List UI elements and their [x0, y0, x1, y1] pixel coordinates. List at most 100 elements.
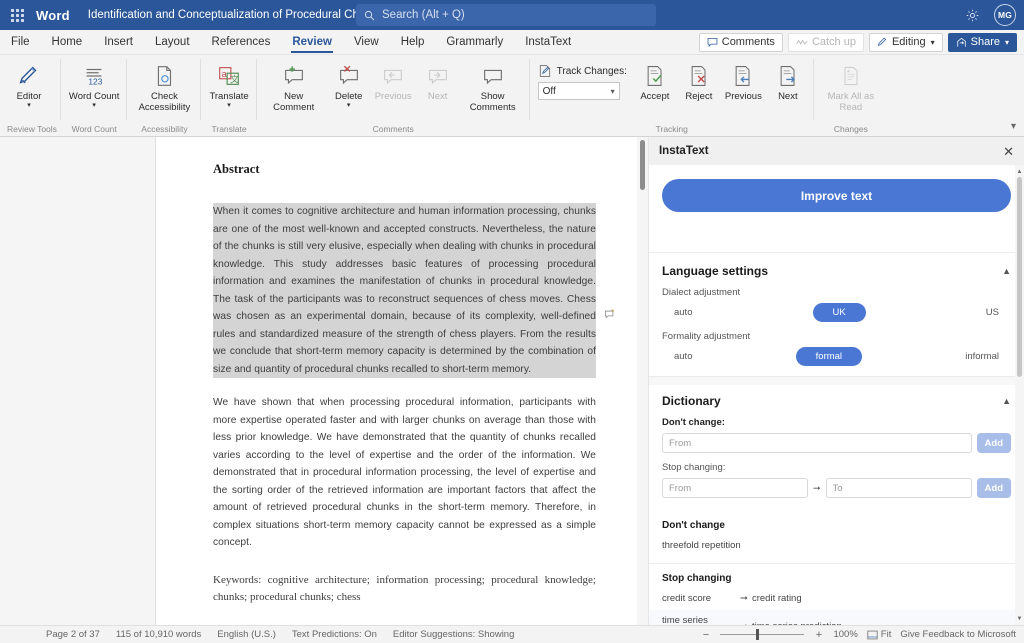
dont-change-add-button[interactable]: Add	[977, 433, 1011, 453]
panel-scrollbar-thumb[interactable]	[1017, 177, 1022, 377]
avatar[interactable]: MG	[994, 4, 1016, 26]
ribbon-group-comments: New Comment Delete▾ Previous	[257, 55, 530, 136]
track-changes-row[interactable]: Track Changes:	[538, 64, 627, 78]
editor-button[interactable]: Editor▾	[7, 59, 51, 110]
give-feedback-button[interactable]: Give Feedback to Microsoft	[900, 629, 1016, 640]
zoom-slider[interactable]	[720, 634, 804, 635]
document-scrollbar-thumb[interactable]	[640, 140, 645, 190]
comment-anchor-icon[interactable]	[604, 307, 615, 325]
tab-help[interactable]: Help	[390, 30, 436, 54]
comments-button[interactable]: Comments	[699, 33, 783, 52]
tab-instatext[interactable]: InstaText	[514, 30, 582, 54]
panel-scrollbar[interactable]: ▲ ▼	[1015, 165, 1024, 625]
fit-to-width-button[interactable]: Fit	[867, 629, 892, 640]
new-comment-button[interactable]: New Comment	[261, 59, 327, 113]
arrow-right-icon: ➞	[736, 621, 752, 625]
translate-icon: a文	[216, 61, 242, 91]
delete-comment-button[interactable]: Delete▾	[327, 59, 371, 110]
app-launcher-button[interactable]	[0, 0, 34, 30]
catch-up-label: Catch up	[812, 36, 856, 48]
zoom-level-label[interactable]: 100%	[833, 629, 857, 640]
status-page-number[interactable]: Page 2 of 37	[46, 629, 100, 640]
zoom-out-button[interactable]: −	[700, 629, 711, 641]
reject-button[interactable]: Reject	[677, 59, 721, 102]
panel-gap	[649, 377, 1024, 385]
editing-mode-button[interactable]: Editing ▾	[869, 33, 943, 52]
list-item[interactable]: threefold repetition	[649, 535, 1024, 557]
svg-text:文: 文	[230, 74, 239, 85]
keywords-paragraph[interactable]: Keywords: cognitive architecture; inform…	[213, 572, 596, 607]
chevron-up-icon[interactable]: ▲	[1002, 396, 1011, 406]
document-canvas[interactable]: Abstract When it comes to cognitive arch…	[0, 137, 648, 625]
summary-paragraph[interactable]: We have shown that when processing proce…	[213, 394, 596, 552]
tab-view[interactable]: View	[343, 30, 390, 54]
catch-up-icon	[796, 38, 808, 47]
editing-mode-label: Editing	[892, 36, 926, 48]
status-word-count[interactable]: 115 of 10,910 words	[116, 629, 201, 640]
improve-text-button[interactable]: Improve text	[662, 179, 1011, 212]
formality-option-auto[interactable]: auto	[668, 347, 699, 366]
formality-option-formal[interactable]: formal	[796, 347, 862, 366]
catch-up-button[interactable]: Catch up	[788, 33, 864, 52]
chevron-up-icon[interactable]: ▲	[1002, 266, 1011, 276]
show-comments-button[interactable]: Show Comments	[460, 59, 526, 113]
scroll-up-arrow-icon[interactable]: ▲	[1015, 167, 1024, 176]
track-changes-dropdown[interactable]: Off ▾	[538, 82, 620, 100]
status-language[interactable]: English (U.S.)	[217, 629, 276, 640]
list-item[interactable]: time series forecasting ➞ time series pr…	[649, 610, 1024, 625]
word-count-button[interactable]: 123 Word Count▾	[65, 59, 124, 110]
dialect-option-uk[interactable]: UK	[813, 303, 866, 322]
previous-change-button[interactable]: Previous	[721, 59, 766, 102]
title-bar: Word Identification and Conceptualizatio…	[0, 0, 1024, 30]
search-box[interactable]	[356, 4, 656, 26]
scroll-down-arrow-icon[interactable]: ▼	[1015, 614, 1024, 623]
search-input[interactable]	[382, 9, 648, 21]
check-accessibility-button[interactable]: Check Accessibility	[131, 59, 197, 113]
tab-references[interactable]: References	[201, 30, 282, 54]
word-app-window: Word Identification and Conceptualizatio…	[0, 0, 1024, 643]
document-page[interactable]: Abstract When it comes to cognitive arch…	[155, 137, 648, 625]
translate-button[interactable]: a文 Translate▾	[205, 59, 252, 110]
tab-insert[interactable]: Insert	[93, 30, 144, 54]
next-comment-button[interactable]: Next	[416, 59, 460, 102]
dont-change-input[interactable]	[662, 433, 972, 453]
settings-button[interactable]	[962, 5, 982, 25]
ribbon-group-label: Review Tools	[7, 123, 57, 136]
tab-home[interactable]: Home	[41, 30, 94, 54]
stop-changing-add-button[interactable]: Add	[977, 478, 1011, 498]
dictionary-card: Dictionary ▲ Don't change: Add Stop chan…	[649, 385, 1024, 511]
stop-changing-from-input[interactable]	[662, 478, 808, 498]
document-scrollbar[interactable]	[637, 137, 648, 625]
dialect-option-auto[interactable]: auto	[668, 303, 699, 322]
status-bar-right: − + 100% Fit Give Feedback to Microsoft	[700, 629, 1016, 641]
list-item[interactable]: credit score ➞ credit rating	[649, 588, 1024, 610]
collapse-ribbon-button[interactable]: ▾	[1011, 121, 1016, 132]
close-icon[interactable]: ✕	[1003, 145, 1014, 158]
status-text-predictions[interactable]: Text Predictions: On	[292, 629, 377, 640]
next-comment-label: Next	[428, 91, 448, 102]
zoom-slider-thumb[interactable]	[756, 629, 759, 640]
abstract-paragraph[interactable]: When it comes to cognitive architecture …	[213, 203, 596, 378]
previous-comment-button[interactable]: Previous	[371, 59, 416, 102]
ribbon-group-label: Accessibility	[131, 123, 197, 136]
tab-layout[interactable]: Layout	[144, 30, 201, 54]
dictionary-header[interactable]: Dictionary ▲	[662, 394, 1011, 408]
ribbon-group-changes: Mark All as Read Changes	[814, 55, 888, 136]
tab-file[interactable]: File	[0, 30, 41, 54]
formality-option-informal[interactable]: informal	[959, 347, 1005, 366]
dialect-option-us[interactable]: US	[980, 303, 1005, 322]
stop-changing-to-input[interactable]	[826, 478, 972, 498]
mark-all-as-read-button[interactable]: Mark All as Read	[818, 59, 884, 113]
tab-grammarly[interactable]: Grammarly	[435, 30, 514, 54]
new-comment-icon	[281, 61, 307, 91]
zoom-in-button[interactable]: +	[813, 629, 824, 641]
tabstrip-actions: Comments Catch up Editing ▾ Share ▾	[699, 30, 1024, 54]
next-change-button[interactable]: Next	[766, 59, 810, 102]
stop-changing-to-1: time series prediction	[752, 621, 1011, 625]
status-editor-suggestions[interactable]: Editor Suggestions: Showing	[393, 629, 514, 640]
accept-button[interactable]: Accept	[633, 59, 677, 102]
share-button[interactable]: Share ▾	[948, 33, 1017, 52]
tab-review[interactable]: Review	[281, 30, 343, 54]
ribbon-group-label: Tracking	[534, 123, 810, 136]
language-settings-header[interactable]: Language settings ▲	[662, 264, 1011, 278]
